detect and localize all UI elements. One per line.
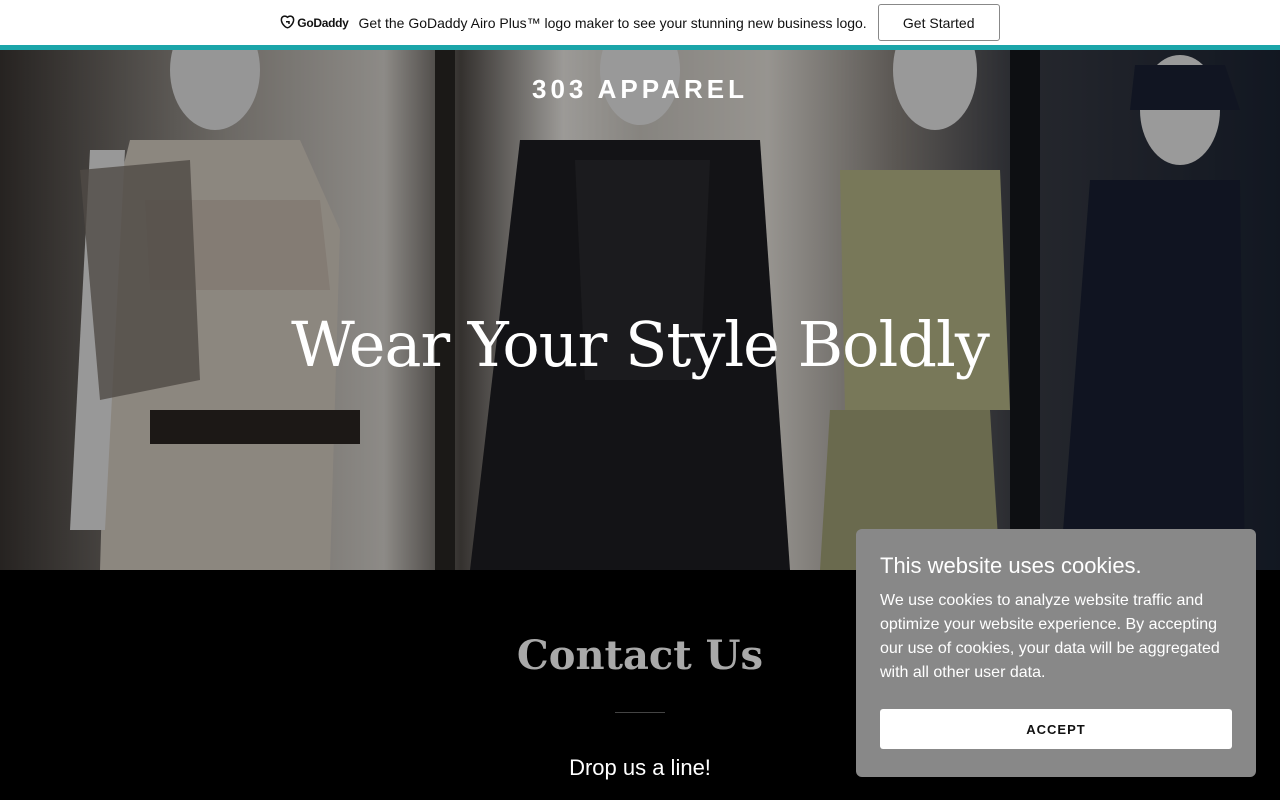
contact-divider bbox=[615, 712, 665, 713]
hero-section: 303 APPAREL Wear Your Style Boldly bbox=[0, 50, 1280, 570]
cookie-title: This website uses cookies. bbox=[880, 553, 1142, 578]
promo-banner: GoDaddy Get the GoDaddy Airo Plus™ logo … bbox=[0, 0, 1280, 45]
godaddy-logo[interactable]: GoDaddy bbox=[280, 15, 349, 30]
godaddy-logo-text: GoDaddy bbox=[297, 15, 349, 30]
cookie-consent-dialog: This website uses cookies. We use cookie… bbox=[856, 529, 1256, 777]
promo-banner-content: GoDaddy Get the GoDaddy Airo Plus™ logo … bbox=[280, 0, 1000, 45]
godaddy-logo-icon bbox=[280, 15, 295, 29]
site-brand-title[interactable]: 303 APPAREL bbox=[0, 74, 1280, 105]
hero-heading: Wear Your Style Boldly bbox=[291, 308, 990, 381]
get-started-button[interactable]: Get Started bbox=[877, 4, 1000, 41]
promo-message: Get the GoDaddy Airo Plus™ logo maker to… bbox=[358, 14, 867, 31]
cookie-body: We use cookies to analyze website traffi… bbox=[880, 592, 1220, 681]
accept-cookies-button[interactable]: ACCEPT bbox=[880, 709, 1232, 749]
